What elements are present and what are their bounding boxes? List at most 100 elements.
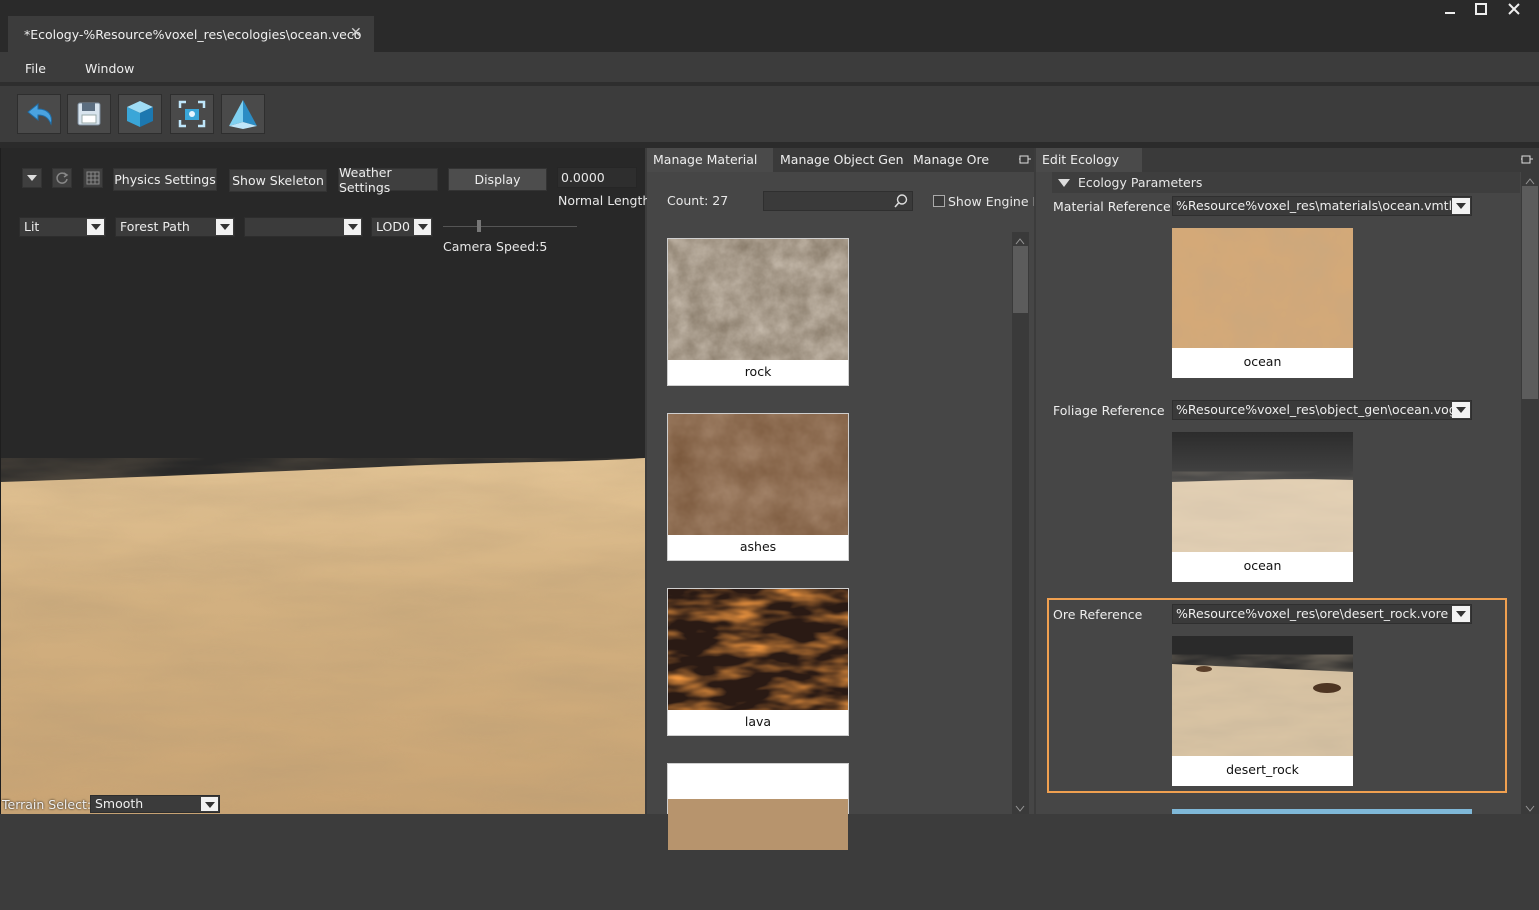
- physics-settings-button[interactable]: Physics Settings: [113, 168, 217, 191]
- terrain-select-combo[interactable]: Smooth: [90, 795, 220, 813]
- close-tab-icon[interactable]: ✕: [350, 25, 364, 41]
- chevron-down-icon: [201, 797, 218, 811]
- ashes-thumbnail: [668, 414, 848, 535]
- pin-panel-icon[interactable]: [1520, 153, 1534, 167]
- display-button[interactable]: Display: [448, 168, 547, 191]
- material-preview-label: ocean: [1243, 354, 1282, 369]
- material-preview[interactable]: ocean: [1172, 228, 1353, 378]
- ocean-foliage-thumbnail: [1172, 432, 1353, 552]
- material-scrollbar-thumb[interactable]: [1013, 246, 1028, 313]
- tab-manage-object-gen[interactable]: Manage Object Gen: [774, 148, 910, 172]
- material-item-rock[interactable]: rock: [667, 238, 849, 386]
- chevron-down-icon: [344, 219, 361, 235]
- scene-select[interactable]: Forest Path: [115, 217, 235, 237]
- terrain-button[interactable]: [221, 94, 265, 134]
- foliage-preview-label: ocean: [1243, 558, 1282, 573]
- triangle-down-icon: [27, 175, 37, 181]
- sand-thumbnail: [668, 799, 848, 850]
- normal-length-input[interactable]: 0.0000: [557, 167, 637, 188]
- maximize-icon[interactable]: [1467, 2, 1495, 22]
- ore-preview-label: desert_rock: [1226, 762, 1299, 777]
- ecology-parameters-header[interactable]: Ecology Parameters: [1052, 172, 1520, 193]
- lod-select[interactable]: LOD0: [371, 217, 433, 237]
- material-item-lava[interactable]: lava: [667, 588, 849, 736]
- tab-manage-material[interactable]: Manage Material: [647, 148, 773, 172]
- next-row-preview: [1172, 809, 1472, 814]
- show-engine-checkbox[interactable]: [933, 195, 945, 207]
- save-icon: [77, 102, 101, 126]
- scene-viewport[interactable]: [0, 148, 645, 814]
- minimize-icon[interactable]: [1436, 2, 1464, 22]
- material-reference-select[interactable]: %Resource%voxel_res\materials\ocean.vmtl: [1172, 196, 1472, 216]
- show-engine-label: Show Engine R: [948, 194, 1034, 209]
- refresh-icon: [56, 172, 69, 184]
- pyramid-icon: [229, 100, 257, 129]
- chevron-down-icon: [216, 219, 233, 235]
- grid-icon: [86, 171, 100, 185]
- material-scrollbar[interactable]: [1012, 232, 1029, 814]
- material-item[interactable]: [667, 763, 849, 850]
- chevron-down-icon: [87, 219, 104, 235]
- ore-reference-label: Ore Reference: [1053, 607, 1143, 622]
- pin-panel-icon[interactable]: [1018, 153, 1032, 167]
- show-skeleton-button[interactable]: Show Skeleton: [229, 169, 327, 192]
- lava-thumbnail: [668, 589, 848, 710]
- ecology-scrollbar-thumb[interactable]: [1522, 186, 1538, 399]
- document-tab[interactable]: *Ecology-%Resource%voxel_res\ecologies\o…: [8, 16, 374, 52]
- frame-camera-button[interactable]: [170, 94, 214, 134]
- scene-value: Forest Path: [120, 219, 190, 234]
- normal-length-label: Normal Length: [558, 193, 651, 208]
- object-button[interactable]: [118, 94, 162, 134]
- foliage-reference-label: Foliage Reference: [1053, 403, 1165, 418]
- terrain-select-bar: Terrain Select: Smooth: [0, 795, 220, 814]
- material-count: Count: 27: [667, 193, 729, 208]
- foliage-preview[interactable]: ocean: [1172, 432, 1353, 582]
- material-item-ashes[interactable]: ashes: [667, 413, 849, 561]
- menu-bar: [0, 52, 1539, 82]
- material-reference-value: %Resource%voxel_res\materials\ocean.vmtl: [1176, 198, 1453, 213]
- menu-window[interactable]: Window: [85, 61, 134, 76]
- ore-reference-select[interactable]: %Resource%voxel_res\ore\desert_rock.vore: [1172, 604, 1472, 624]
- scroll-down-icon[interactable]: [1015, 802, 1025, 812]
- collapse-triangle-icon: [1058, 179, 1070, 187]
- rock-thumbnail: [668, 239, 848, 360]
- camera-speed-slider-handle[interactable]: [477, 220, 481, 232]
- scroll-down-icon[interactable]: [1525, 802, 1535, 812]
- foliage-reference-select[interactable]: %Resource%voxel_res\object_gen\ocean.vog: [1172, 400, 1472, 420]
- material-search-input[interactable]: [763, 191, 913, 211]
- close-window-icon[interactable]: [1500, 2, 1528, 22]
- empty-select[interactable]: [244, 217, 363, 237]
- desert-rock-thumbnail: [1172, 636, 1353, 756]
- terrain-select-label: Terrain Select:: [2, 797, 92, 812]
- terrain-render[interactable]: [1, 148, 645, 814]
- section-title: Ecology Parameters: [1078, 175, 1203, 190]
- lighting-mode-select[interactable]: Lit: [19, 217, 106, 237]
- ore-reference-value: %Resource%voxel_res\ore\desert_rock.vore: [1176, 606, 1449, 621]
- scroll-up-icon[interactable]: [1525, 174, 1535, 185]
- document-tab-title: *Ecology-%Resource%voxel_res\ecologies\o…: [24, 26, 362, 42]
- terrain-select-value: Smooth: [95, 796, 144, 811]
- viewport-menu-button[interactable]: [22, 168, 42, 188]
- refresh-button[interactable]: [52, 168, 72, 188]
- scroll-up-icon[interactable]: [1015, 234, 1025, 245]
- menu-file[interactable]: File: [25, 61, 46, 76]
- grid-toggle-button[interactable]: [83, 168, 103, 188]
- undo-button[interactable]: [17, 94, 61, 134]
- lod-value: LOD0: [376, 219, 410, 234]
- chevron-down-icon: [414, 219, 431, 235]
- ocean-material-thumbnail: [1172, 228, 1353, 348]
- save-button[interactable]: [67, 94, 111, 134]
- foliage-reference-value: %Resource%voxel_res\object_gen\ocean.vog: [1176, 402, 1457, 417]
- camera-speed-slider-track: [443, 226, 577, 227]
- chevron-down-icon: [1452, 198, 1470, 214]
- chevron-down-icon: [1452, 402, 1470, 418]
- material-label: rock: [744, 364, 772, 379]
- chevron-down-icon: [1452, 606, 1470, 622]
- weather-settings-button[interactable]: Weather Settings: [338, 165, 438, 195]
- search-icon[interactable]: [892, 193, 910, 209]
- ore-preview[interactable]: desert_rock: [1172, 636, 1353, 786]
- material-label: ashes: [739, 539, 777, 554]
- tab-edit-ecology[interactable]: Edit Ecology: [1036, 148, 1142, 172]
- tab-manage-ore[interactable]: Manage Ore: [907, 148, 995, 172]
- undo-icon: [27, 102, 52, 126]
